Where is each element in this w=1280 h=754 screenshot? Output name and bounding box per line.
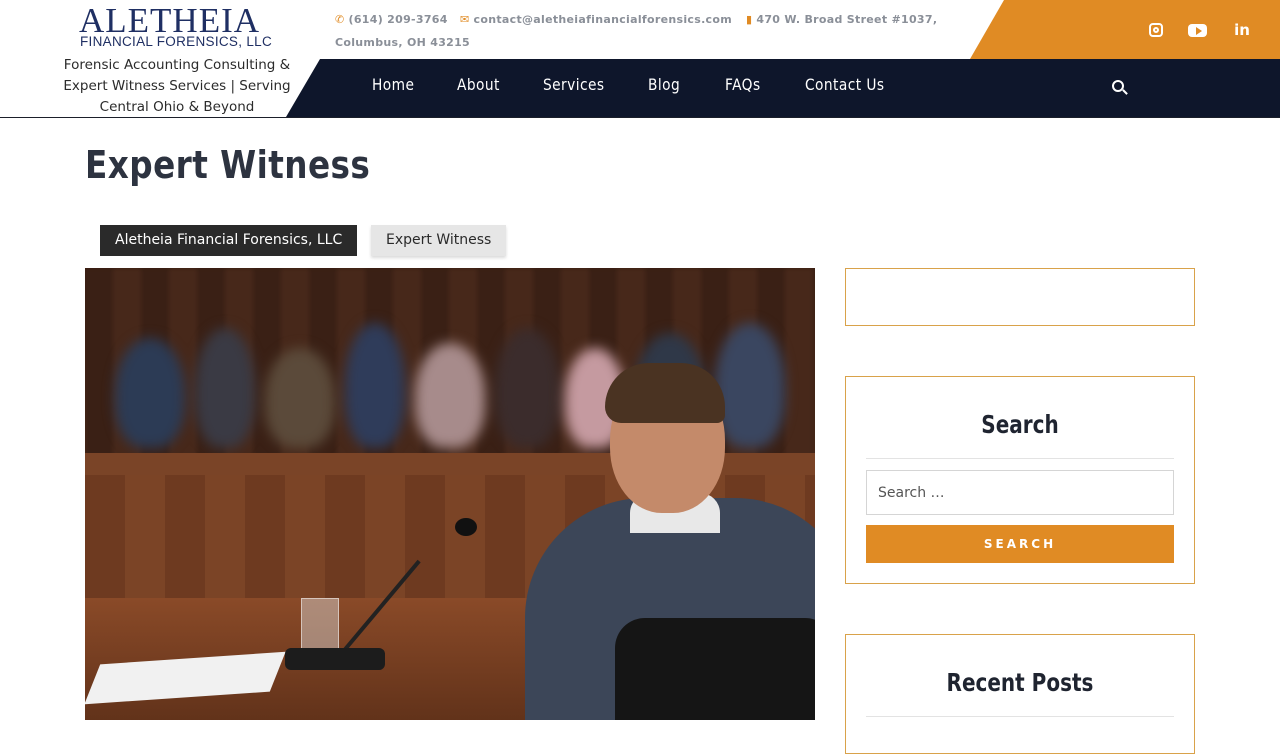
instagram-icon[interactable] [1146, 20, 1166, 40]
nav-faqs[interactable]: FAQs [725, 75, 761, 94]
search-button[interactable]: SEARCH [866, 525, 1174, 563]
recent-posts-title: Recent Posts [946, 668, 1094, 697]
widget-divider [866, 458, 1174, 459]
phone-icon: ✆ [335, 13, 345, 26]
breadcrumb-current: Expert Witness [371, 225, 507, 256]
building-icon: ▮ [746, 13, 753, 26]
email-text: contact@aletheiafinancialforensics.com [473, 13, 732, 26]
phone-contact[interactable]: ✆ (614) 209-3764 [335, 13, 448, 26]
widget-divider [866, 716, 1174, 717]
address-line2: Columbus, OH 43215 [335, 36, 471, 49]
youtube-icon[interactable] [1187, 20, 1207, 40]
featured-image [85, 268, 815, 720]
nav-contact-us[interactable]: Contact Us [805, 75, 884, 94]
logo-area[interactable]: ALETHEIA FINANCIAL FORENSICS, LLC Forens… [0, 0, 340, 117]
email-contact[interactable]: ✉ contact@aletheiafinancialforensics.com [460, 13, 732, 26]
logo-wordmark: ALETHEIA [79, 1, 261, 40]
search-icon[interactable] [1112, 80, 1128, 96]
address-line1: 470 W. Broad Street #1037, [756, 13, 938, 26]
nav-blog[interactable]: Blog [648, 75, 680, 94]
logo-subtitle: FINANCIAL FORENSICS, LLC [80, 34, 272, 49]
linkedin-icon[interactable]: in [1232, 20, 1252, 40]
main-nav [286, 59, 1280, 117]
nav-home[interactable]: Home [372, 75, 414, 94]
address-contact: ▮ 470 W. Broad Street #1037, [746, 13, 937, 26]
nav-about[interactable]: About [457, 75, 500, 94]
envelope-icon: ✉ [460, 13, 470, 26]
site-tagline: Forensic Accounting Consulting & Expert … [63, 57, 291, 115]
recent-posts-widget: Recent Posts [845, 634, 1195, 754]
sidebar-empty-widget [845, 268, 1195, 326]
search-widget-title: Search [981, 410, 1059, 439]
page-title: Expert Witness [85, 143, 371, 187]
nav-services[interactable]: Services [543, 75, 604, 94]
search-input[interactable] [866, 470, 1174, 515]
site-header: ALETHEIA FINANCIAL FORENSICS, LLC Forens… [0, 0, 1280, 118]
breadcrumb-home[interactable]: Aletheia Financial Forensics, LLC [100, 225, 358, 256]
search-widget: Search SEARCH [845, 376, 1195, 584]
phone-text: (614) 209-3764 [348, 13, 448, 26]
